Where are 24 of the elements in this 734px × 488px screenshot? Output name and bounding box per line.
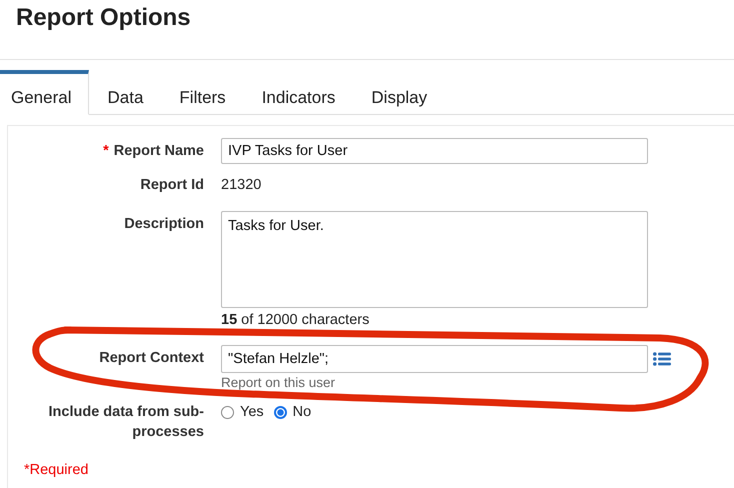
field-label: Report Name: [114, 143, 204, 159]
field-hint: Report on this user: [221, 375, 336, 391]
report-id: 21320: [221, 176, 262, 195]
description-field[interactable]: Tasks for User.: [221, 211, 648, 308]
field-label: Include data from sub-processes: [48, 404, 204, 440]
required-mark: *: [103, 143, 109, 159]
radio-label[interactable]: No: [292, 404, 312, 420]
tab[interactable]: Filters: [161, 70, 244, 115]
field-label: Report Context: [99, 350, 204, 366]
tab[interactable]: Data: [89, 70, 162, 115]
radio-label[interactable]: Yes: [240, 404, 264, 420]
field-label: Report Id: [140, 177, 204, 193]
radio-button[interactable]: [274, 406, 287, 418]
field-label: Description: [124, 216, 204, 232]
input-field[interactable]: IVP Tasks for User: [221, 138, 648, 164]
tab[interactable]: Display: [353, 70, 446, 115]
tab[interactable]: General: [0, 70, 90, 115]
tab[interactable]: Indicators: [244, 70, 354, 115]
input-field[interactable]: "Stefan Helzle";: [221, 345, 648, 373]
character-counter: 15 of 12000 characters: [221, 312, 370, 328]
list-icon[interactable]: [653, 352, 671, 366]
required-note: *Required: [24, 462, 90, 478]
radio-button[interactable]: [221, 406, 234, 418]
page-title: Report Options: [0, 0, 734, 60]
